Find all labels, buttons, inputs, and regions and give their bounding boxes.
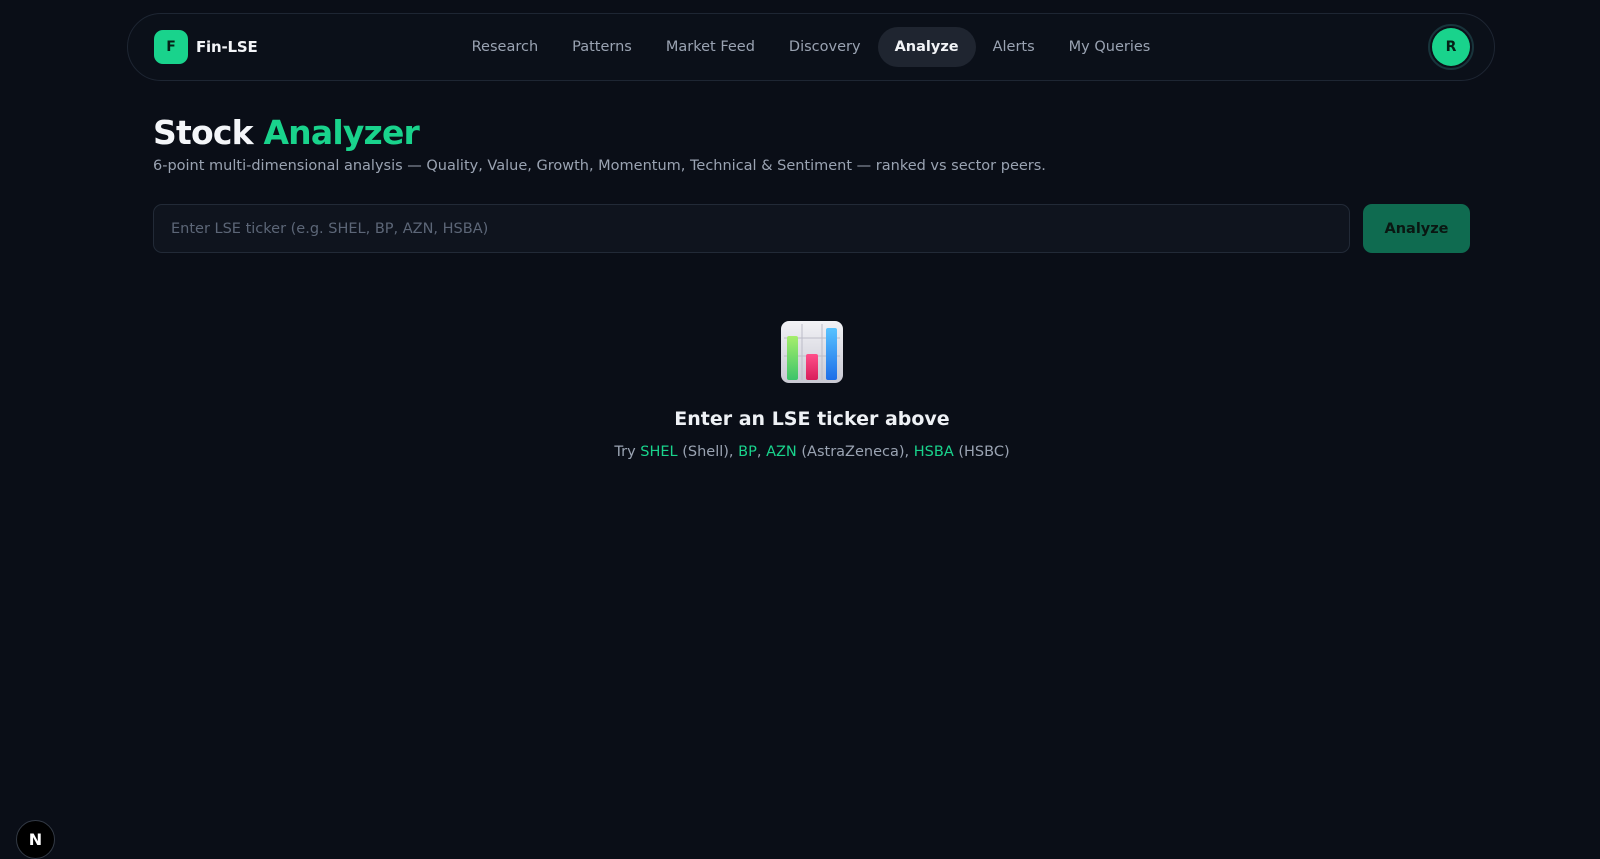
user-avatar-button[interactable]: R — [1428, 24, 1474, 70]
analyze-button[interactable]: Analyze — [1363, 204, 1470, 253]
hint-prefix: Try — [614, 444, 641, 460]
nav-item-research[interactable]: Research — [455, 27, 556, 67]
nav-item-analyze[interactable]: Analyze — [877, 27, 976, 67]
example-ticker-hsba[interactable]: HSBA — [914, 444, 954, 460]
example-suffix-bp: , — [756, 444, 767, 460]
example-ticker-azn[interactable]: AZN — [766, 444, 797, 460]
example-suffix-shel: (Shell), — [677, 444, 739, 460]
nav-item-alerts[interactable]: Alerts — [976, 27, 1052, 67]
avatar: R — [1432, 28, 1470, 66]
example-ticker-bp[interactable]: BP — [738, 444, 757, 460]
page-title-plain: Stock — [153, 113, 254, 152]
nav-item-discovery[interactable]: Discovery — [772, 27, 878, 67]
nav-item-my-queries[interactable]: My Queries — [1052, 27, 1168, 67]
ticker-search-input[interactable] — [153, 204, 1350, 253]
empty-state: Enter an LSE ticker above Try SHEL (Shel… — [0, 320, 1600, 460]
example-ticker-shel[interactable]: SHEL — [640, 444, 677, 460]
top-navbar: F Fin-LSE Research Patterns Market Feed … — [127, 13, 1495, 81]
example-suffix-azn: (AstraZeneca), — [796, 444, 914, 460]
page-title-accent: Analyzer — [263, 113, 420, 152]
bar-chart-icon — [781, 321, 843, 383]
nav-item-market-feed[interactable]: Market Feed — [649, 27, 772, 67]
example-suffix-hsba: (HSBC) — [953, 444, 1010, 460]
empty-state-title: Enter an LSE ticker above — [674, 408, 950, 430]
nextjs-icon[interactable]: N — [16, 820, 55, 859]
nav-item-patterns[interactable]: Patterns — [555, 27, 649, 67]
page-title: Stock Analyzer — [153, 113, 420, 152]
empty-state-hint: Try SHEL (Shell), BP, AZN (AstraZeneca),… — [0, 444, 1600, 460]
page-subtitle: 6-point multi-dimensional analysis — Qua… — [153, 158, 1046, 174]
nav-links: Research Patterns Market Feed Discovery … — [128, 27, 1494, 67]
